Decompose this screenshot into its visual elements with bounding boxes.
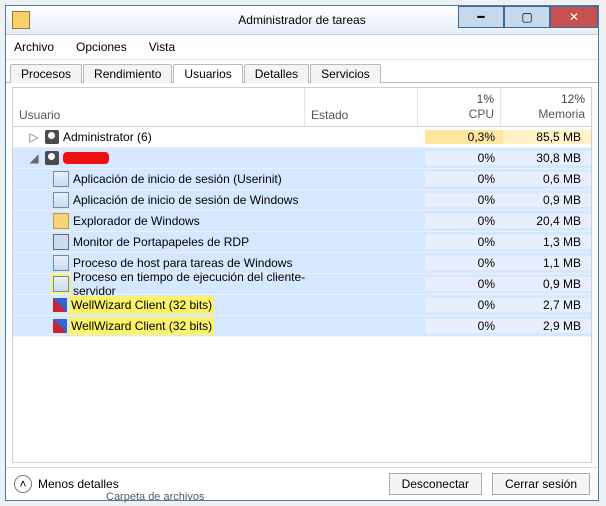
folder-icon xyxy=(53,213,69,229)
expand-icon[interactable]: ▷ xyxy=(27,130,41,144)
tab-servicios[interactable]: Servicios xyxy=(310,64,381,83)
grid: Usuario Estado 1% CPU 12% Memoria ▷ Admi… xyxy=(12,87,592,463)
cell-mem: 85,5 MB xyxy=(503,130,591,144)
user-icon xyxy=(45,151,59,165)
user-row-redacted[interactable]: ◢ 0% 30,8 MB xyxy=(13,148,591,169)
window-controls: ━ ▢ ✕ xyxy=(458,6,598,28)
tab-rendimiento[interactable]: Rendimiento xyxy=(83,64,172,83)
titlebar[interactable]: Administrador de tareas ━ ▢ ✕ xyxy=(6,6,598,35)
redacted-name xyxy=(63,152,109,164)
wellwizard-icon xyxy=(53,319,67,333)
process-row[interactable]: Proceso en tiempo de ejecución del clien… xyxy=(13,274,591,295)
app-icon xyxy=(53,192,69,208)
minimize-button[interactable]: ━ xyxy=(458,6,504,28)
col-usuario[interactable]: Usuario xyxy=(13,88,305,126)
chevron-up-icon: ˄ xyxy=(14,475,32,493)
app-icon xyxy=(53,255,69,271)
process-row[interactable]: Aplicación de inicio de sesión de Window… xyxy=(13,190,591,211)
process-row[interactable]: Aplicación de inicio de sesión (Userinit… xyxy=(13,169,591,190)
disconnect-button[interactable]: Desconectar xyxy=(389,473,482,495)
monitor-icon xyxy=(53,234,69,250)
menu-vista[interactable]: Vista xyxy=(145,39,179,55)
cell-cpu: 0% xyxy=(425,151,503,165)
process-row[interactable]: Monitor de Portapapeles de RDP 0% 1,3 MB xyxy=(13,232,591,253)
user-row-administrator[interactable]: ▷ Administrator (6) 0,3% 85,5 MB xyxy=(13,127,591,148)
sign-out-button[interactable]: Cerrar sesión xyxy=(492,473,590,495)
task-manager-window: Administrador de tareas ━ ▢ ✕ Archivo Op… xyxy=(5,5,599,501)
column-headers: Usuario Estado 1% CPU 12% Memoria xyxy=(13,88,591,127)
footer: ˄ Menos detalles Desconectar Cerrar sesi… xyxy=(6,467,598,500)
app-icon xyxy=(53,171,69,187)
menu-opciones[interactable]: Opciones xyxy=(72,39,131,55)
process-row[interactable]: Explorador de Windows 0% 20,4 MB xyxy=(13,211,591,232)
col-cpu[interactable]: 1% CPU xyxy=(418,88,501,126)
process-row-wellwizard[interactable]: WellWizard Client (32 bits) 0% 2,9 MB xyxy=(13,316,591,337)
cell-cpu: 0,3% xyxy=(425,130,503,144)
background-remnant-text: Carpeta de archivos xyxy=(106,491,204,503)
maximize-button[interactable]: ▢ xyxy=(504,6,550,28)
collapse-icon[interactable]: ◢ xyxy=(27,151,41,165)
app-icon xyxy=(53,276,69,292)
process-row-wellwizard[interactable]: WellWizard Client (32 bits) 0% 2,7 MB xyxy=(13,295,591,316)
col-memoria[interactable]: 12% Memoria xyxy=(501,88,591,126)
tab-procesos[interactable]: Procesos xyxy=(10,64,82,83)
user-icon xyxy=(45,130,59,144)
user-name: Administrator (6) xyxy=(63,130,152,144)
menubar: Archivo Opciones Vista xyxy=(6,35,598,60)
close-button[interactable]: ✕ xyxy=(550,6,598,28)
rows-container: ▷ Administrator (6) 0,3% 85,5 MB ◢ 0% 30… xyxy=(13,127,591,462)
tab-detalles[interactable]: Detalles xyxy=(244,64,309,83)
col-estado[interactable]: Estado xyxy=(305,88,418,126)
tabs: Procesos Rendimiento Usuarios Detalles S… xyxy=(6,60,598,83)
menu-archivo[interactable]: Archivo xyxy=(10,39,58,55)
tab-usuarios[interactable]: Usuarios xyxy=(173,64,242,83)
fewer-details-toggle[interactable]: ˄ Menos detalles xyxy=(14,475,119,493)
cell-mem: 30,8 MB xyxy=(503,151,591,165)
wellwizard-icon xyxy=(53,298,67,312)
